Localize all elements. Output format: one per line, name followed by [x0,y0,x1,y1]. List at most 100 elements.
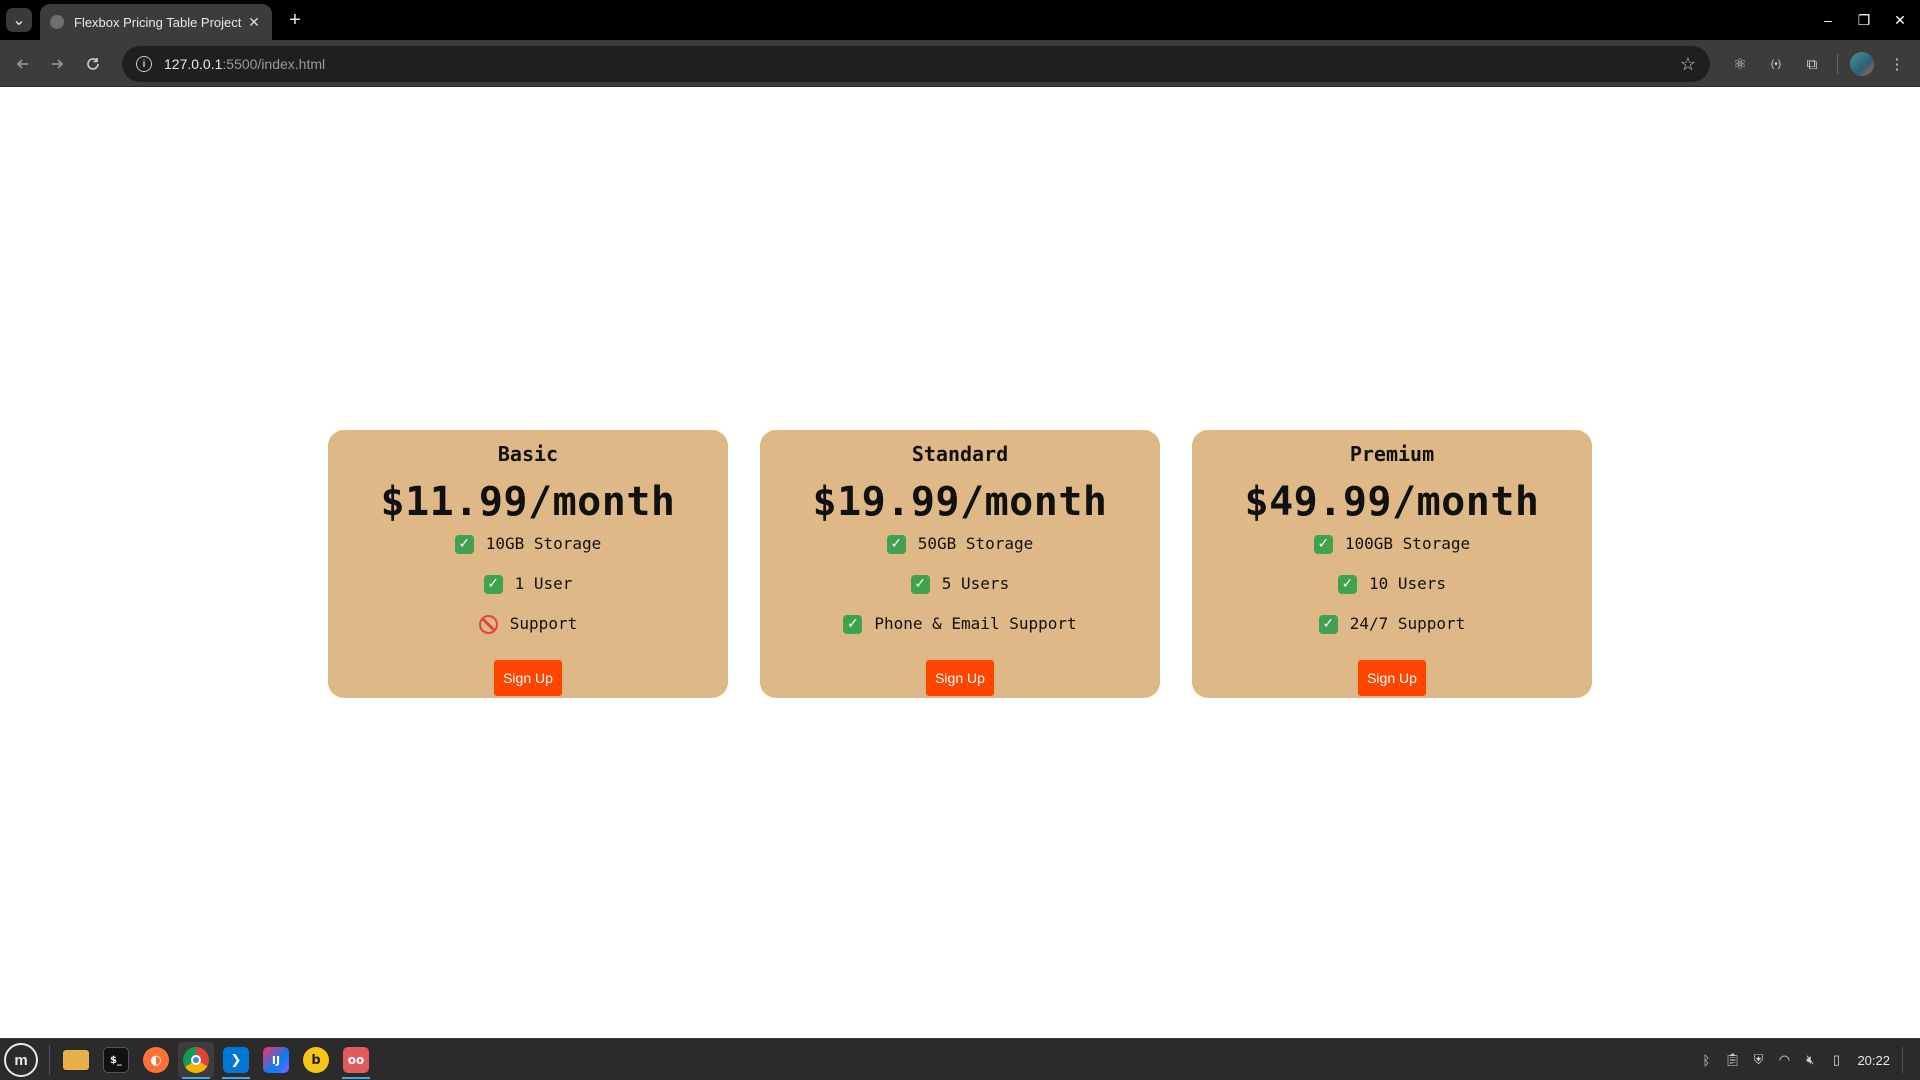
check-icon: ✓ [483,574,503,594]
browser-toolbar: i 127.0.0.1:5500/index.html ☆ ⚛ (•) ⧉ ⋮ [0,40,1920,87]
feature-list: ✓ 10GB Storage ✓ 1 User ⃠ Support [454,524,602,644]
reload-button[interactable] [80,51,106,77]
window-controls: ‒ ❐ ✕ [1812,0,1920,40]
feature-item: ✓ 24/7 Support [1318,604,1466,644]
feature-item: ✓ 10 Users [1337,564,1447,604]
firefox-icon: ◐ [143,1047,169,1073]
check-icon: ✓ [886,534,906,554]
check-icon: ✓ [910,574,930,594]
react-devtools-icon[interactable]: ⚛ [1727,51,1753,77]
feature-list: ✓ 50GB Storage ✓ 5 Users ✓ Phone & Email Su… [843,524,1077,644]
toolbar-actions: ⚛ (•) ⧉ ⋮ [1717,51,1910,77]
feature-item: ✓ 1 User [483,564,573,604]
prohibited-icon: ⃠ [478,614,498,634]
pricing-card-premium: Premium $49.99/month ✓ 100GB Storage ✓ 10 … [1192,430,1592,698]
check-icon: ✓ [454,534,474,554]
mint-logo-icon: m [14,1051,28,1069]
check-icon: ✓ [1318,614,1338,634]
new-tab-button[interactable]: + [282,8,308,32]
browser-tab[interactable]: Flexbox Pricing Table Project ✕ [40,4,272,40]
check-icon: ✓ [1313,534,1333,554]
live-server-icon[interactable]: (•) [1763,51,1789,77]
globe-icon [50,15,64,29]
arrow-right-icon [52,59,64,69]
address-bar[interactable]: i 127.0.0.1:5500/index.html ☆ [122,46,1710,82]
feature-text: 10GB Storage [485,534,602,553]
tab-search-button[interactable]: ⌄ [6,8,32,32]
sign-up-button[interactable]: Sign Up [494,660,562,696]
extensions-icon[interactable]: ⧉ [1799,51,1825,77]
volume-muted-icon[interactable]: 🔇︎ [1799,1049,1821,1071]
plan-name: Premium [1349,442,1435,466]
profile-avatar[interactable] [1850,52,1874,76]
taskbar-clock[interactable]: 20:22 [1857,1053,1890,1068]
close-window-icon[interactable]: ✕ [1884,0,1916,40]
minimize-icon[interactable]: ‒ [1812,0,1844,40]
start-menu-button[interactable]: m [4,1043,38,1077]
sign-up-button[interactable]: Sign Up [1358,660,1426,696]
taskbar-apps: $_ ◐ ❯ IJ b oo [58,1042,378,1079]
firefox-app[interactable]: ◐ [138,1042,174,1078]
plan-price: $11.99/month [380,479,676,525]
clipboard-icon[interactable]: 📋︎ [1721,1049,1743,1071]
bluetooth-icon[interactable]: ᛒ [1695,1049,1717,1071]
glasses-icon: oo [343,1047,369,1073]
check-icon: ✓ [843,614,863,634]
feature-text: 24/7 Support [1349,614,1466,633]
sign-up-button[interactable]: Sign Up [926,660,994,696]
feature-text: 100GB Storage [1344,534,1471,553]
arrow-left-icon [16,59,28,69]
taskbar-divider [49,1045,50,1075]
chevron-down-icon: ⌄ [12,12,26,29]
battery-icon[interactable]: ▯ [1825,1049,1847,1071]
terminal-icon: $_ [103,1047,129,1073]
feature-text: 1 User [514,574,573,593]
tab-title: Flexbox Pricing Table Project [74,14,242,30]
back-button[interactable] [10,51,36,77]
pricing-card-basic: Basic $11.99/month ✓ 10GB Storage ✓ 1 User… [328,430,728,698]
screen-reader-app[interactable]: oo [338,1042,374,1079]
show-desktop-button[interactable] [1902,1047,1910,1073]
bitwarden-app[interactable]: b [298,1042,334,1078]
page-viewport: Basic $11.99/month ✓ 10GB Storage ✓ 1 User… [0,87,1920,1038]
chrome-app[interactable] [178,1042,214,1079]
url-path: :5500/index.html [222,56,326,72]
bookmark-star-icon[interactable]: ☆ [1678,54,1698,74]
check-icon: ✓ [1337,574,1357,594]
toolbar-divider [1837,54,1838,74]
terminal-app[interactable]: $_ [98,1042,134,1078]
feature-text: 10 Users [1368,574,1447,593]
shield-icon[interactable]: ⛨ [1747,1049,1769,1071]
feature-text: 50GB Storage [917,534,1034,553]
intellij-app[interactable]: IJ [258,1042,294,1078]
bitwarden-icon: b [303,1047,329,1073]
close-tab-icon[interactable]: ✕ [246,14,262,30]
url-host: 127.0.0.1 [164,56,223,72]
chrome-icon [183,1047,209,1073]
feature-item: ✓ 100GB Storage [1313,524,1471,564]
kebab-menu-icon[interactable]: ⋮ [1884,51,1910,77]
feature-text: Support [509,614,578,633]
site-info-icon[interactable]: i [136,56,152,72]
system-tray: ᛒ 📋︎ ⛨ ◠ 🔇︎ ▯ 20:22 [1691,1047,1910,1073]
plan-price: $19.99/month [812,479,1108,525]
vscode-icon: ❯ [223,1047,249,1073]
restore-icon[interactable]: ❐ [1848,0,1880,40]
feature-text: Phone & Email Support [874,614,1077,633]
feature-text: 5 Users [941,574,1010,593]
feature-item: ✓ 50GB Storage [886,524,1034,564]
feature-item: ✓ Phone & Email Support [843,604,1077,644]
wifi-icon[interactable]: ◠ [1773,1049,1795,1071]
forward-button[interactable] [44,51,70,77]
os-taskbar: m $_ ◐ ❯ IJ b oo ᛒ 📋︎ ⛨ ◠ 🔇︎ ▯ 20:22 [0,1038,1920,1080]
plan-name: Standard [911,442,1009,466]
folder-icon [63,1050,89,1070]
feature-item: ⃠ Support [478,604,578,644]
pricing-card-standard: Standard $19.99/month ✓ 50GB Storage ✓ 5 U… [760,430,1160,698]
feature-list: ✓ 100GB Storage ✓ 10 Users ✓ 24/7 Support [1313,524,1471,644]
files-app[interactable] [58,1042,94,1078]
pricing-table: Basic $11.99/month ✓ 10GB Storage ✓ 1 User… [328,430,1592,698]
plan-name: Basic [497,442,559,466]
feature-item: ✓ 5 Users [910,564,1010,604]
vscode-app[interactable]: ❯ [218,1042,254,1079]
